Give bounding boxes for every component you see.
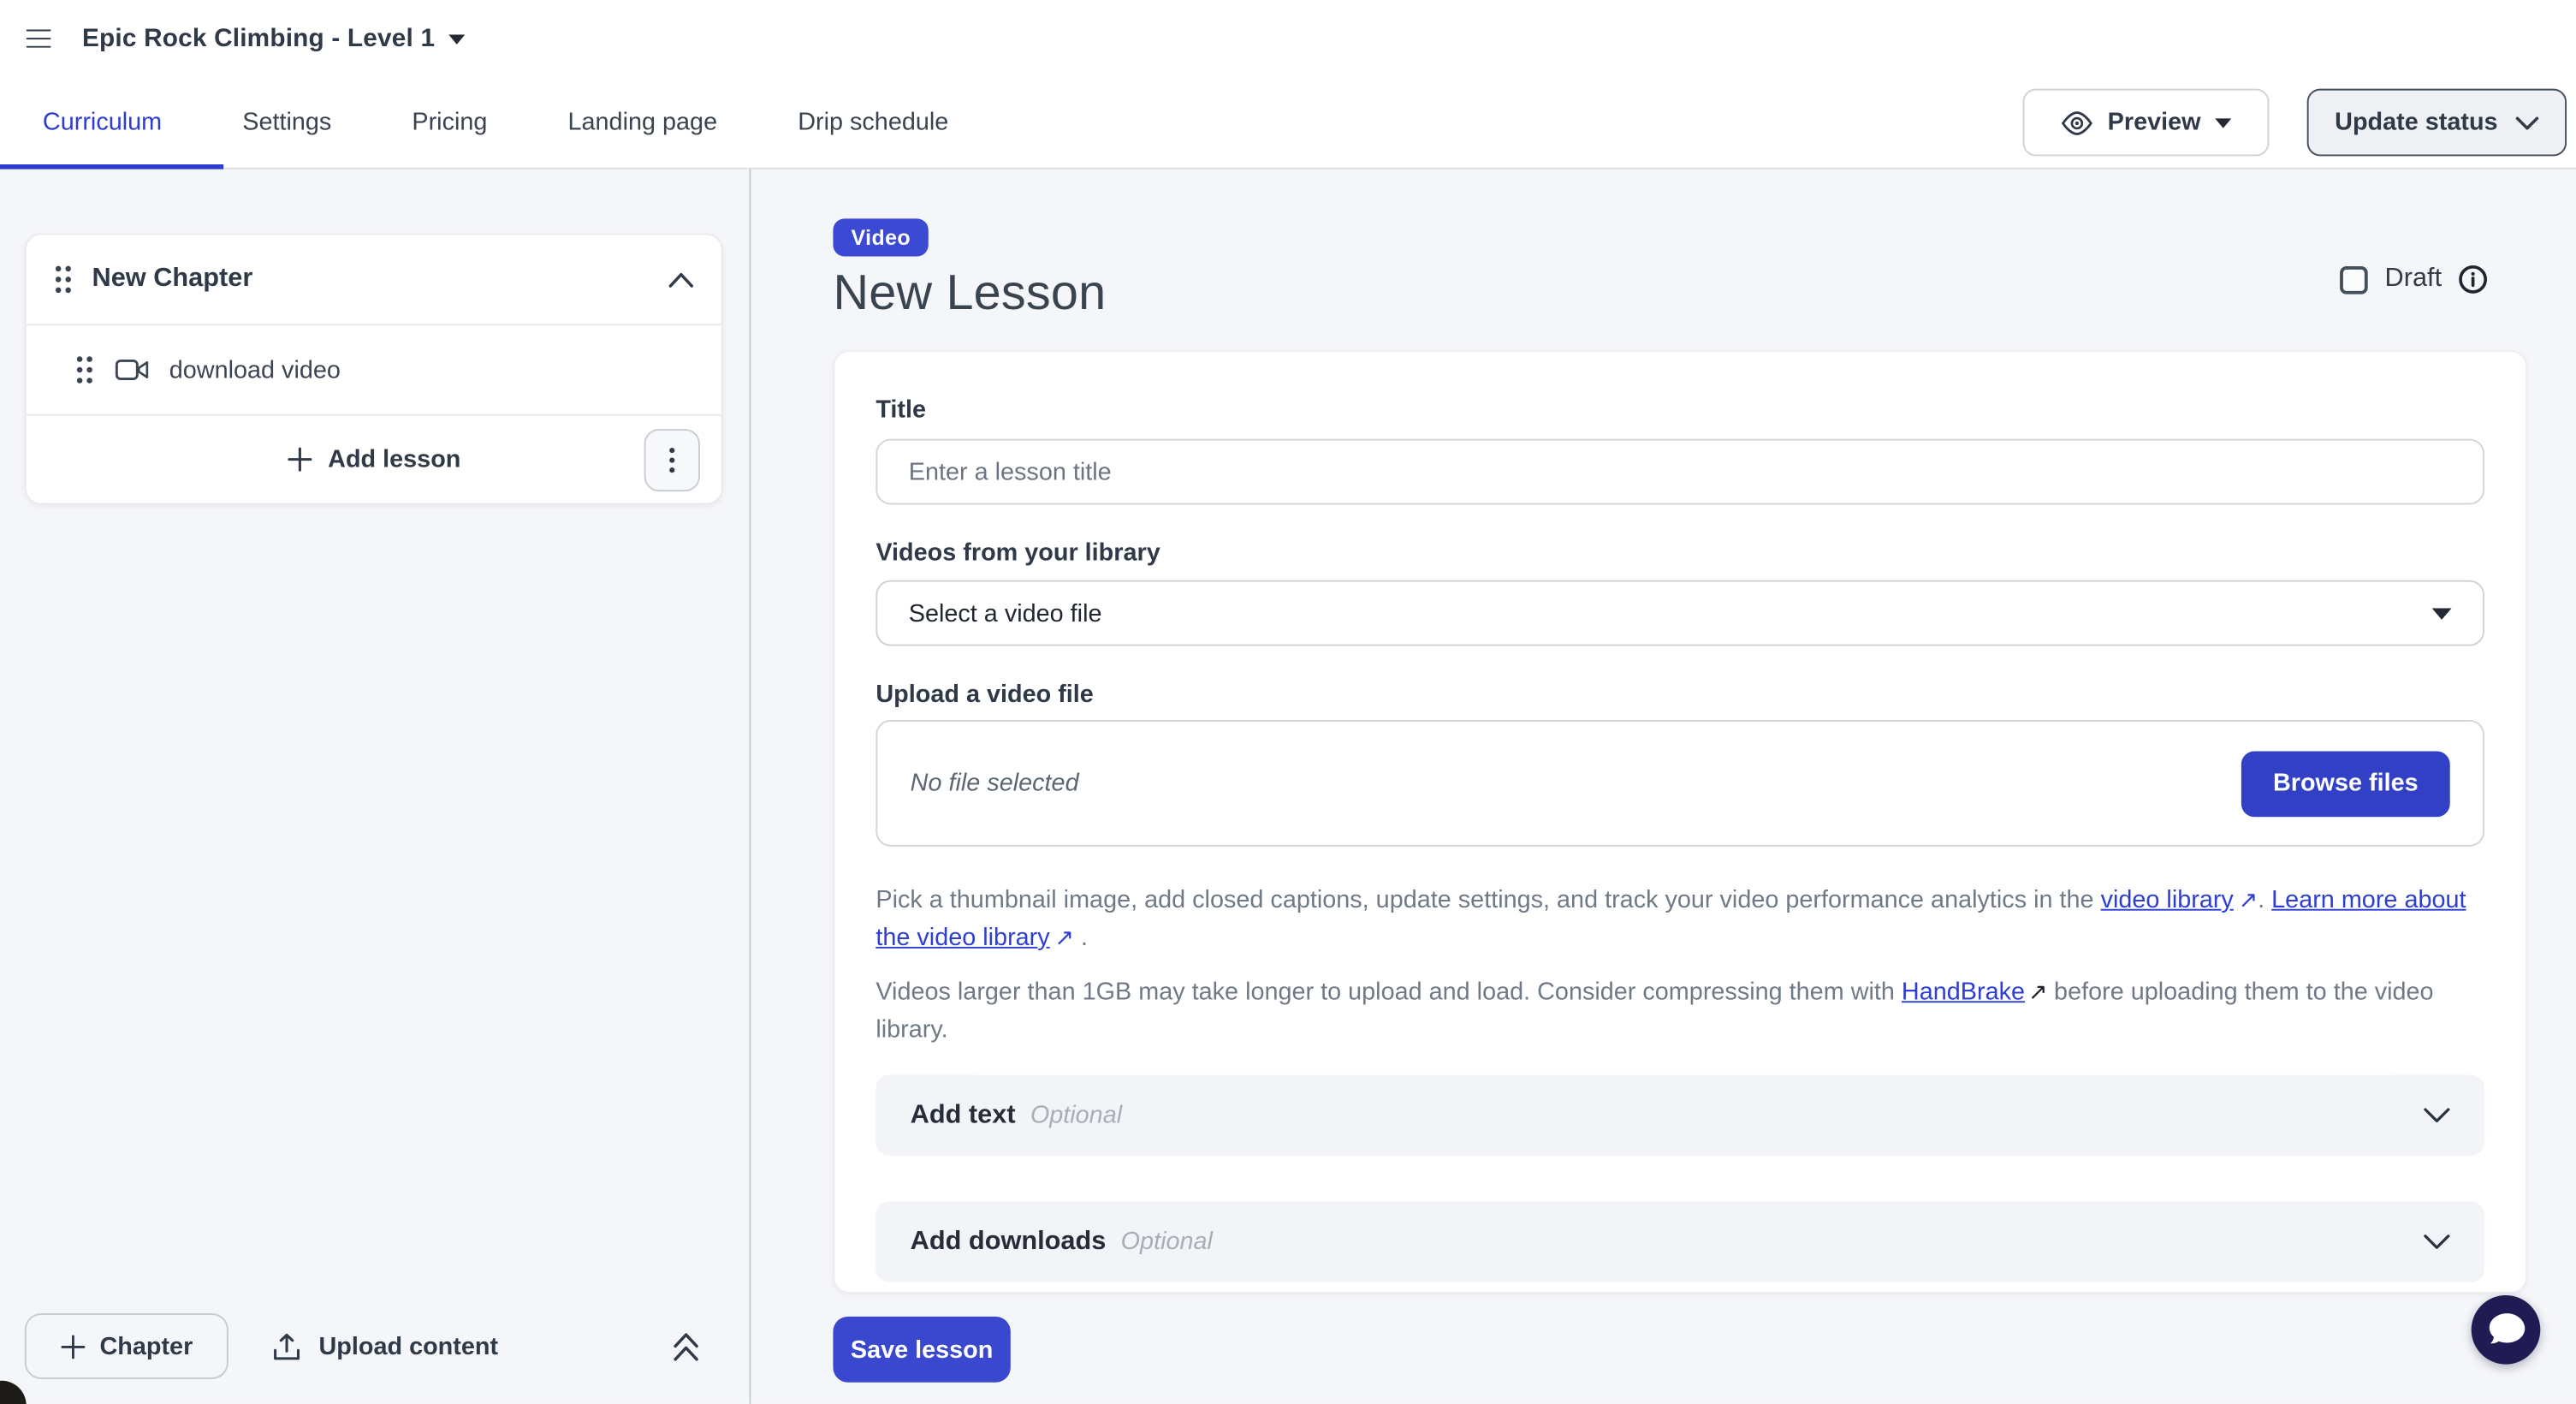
external-link-icon: ↗ xyxy=(1054,919,1074,956)
add-lesson-label: Add lesson xyxy=(328,445,460,473)
add-downloads-section[interactable]: Add downloads Optional xyxy=(875,1202,2484,1282)
add-text-label: Add text xyxy=(911,1100,1016,1130)
add-lesson-button[interactable]: Add lesson xyxy=(287,445,460,473)
chapter-header: New Chapter xyxy=(27,235,721,324)
upload-content-button[interactable]: Upload content xyxy=(273,1332,498,1360)
chevron-up-icon xyxy=(668,272,693,287)
top-bar: Epic Rock Climbing - Level 1 xyxy=(0,0,2576,77)
caret-down-icon xyxy=(2216,117,2232,128)
draft-label: Draft xyxy=(2385,265,2442,294)
save-lesson-button[interactable]: Save lesson xyxy=(833,1317,1010,1383)
optional-label: Optional xyxy=(1121,1228,1213,1256)
video-library-help-text: Pick a thumbnail image, add closed capti… xyxy=(875,881,2484,956)
update-status-label: Update status xyxy=(2335,109,2497,137)
tab-landing-page[interactable]: Landing page xyxy=(568,109,718,137)
upload-content-label: Upload content xyxy=(318,1332,498,1360)
sidebar-bottom-bar: Chapter Upload content xyxy=(25,1313,725,1379)
library-field-label: Videos from your library xyxy=(875,539,2484,569)
active-tab-underline xyxy=(0,164,223,170)
external-link-icon: ↗ xyxy=(2239,881,2258,919)
lesson-title-input[interactable] xyxy=(875,439,2484,505)
lesson-editor-header: Video New Lesson Draft xyxy=(751,170,2576,323)
caret-down-icon xyxy=(448,33,465,44)
lesson-title: download video xyxy=(169,356,341,384)
update-status-button[interactable]: Update status xyxy=(2307,89,2567,157)
plus-icon xyxy=(60,1334,85,1359)
collapse-all-button[interactable] xyxy=(672,1330,700,1361)
drag-handle-icon[interactable] xyxy=(54,265,72,294)
file-dropzone[interactable]: No file selected Browse files xyxy=(875,720,2484,847)
chapter-footer: Add lesson xyxy=(27,414,721,503)
no-file-text: No file selected xyxy=(911,770,1079,798)
video-library-link[interactable]: video library↗ xyxy=(2101,886,2258,914)
external-link-icon: ↗ xyxy=(2028,978,2048,1004)
kebab-menu-icon xyxy=(668,447,675,473)
chevron-down-icon xyxy=(2516,116,2539,128)
caret-down-icon xyxy=(2432,607,2452,618)
chapter-title: New Chapter xyxy=(92,265,253,294)
tab-drip-schedule[interactable]: Drip schedule xyxy=(798,109,948,137)
lesson-form-card: Title Videos from your library Select a … xyxy=(833,350,2527,1294)
draft-checkbox[interactable] xyxy=(2341,265,2369,294)
add-downloads-label: Add downloads xyxy=(911,1227,1107,1257)
collapse-chapter-button[interactable] xyxy=(668,272,693,287)
lesson-editor: Video New Lesson Draft Title xyxy=(751,170,2576,1404)
drag-handle-icon[interactable] xyxy=(75,355,93,385)
info-icon[interactable] xyxy=(2458,265,2488,294)
chat-launcher-button[interactable] xyxy=(2472,1295,2541,1365)
tab-settings[interactable]: Settings xyxy=(242,109,331,137)
video-camera-icon xyxy=(115,359,149,382)
chevron-down-icon xyxy=(2424,1108,2450,1122)
upload-field-label: Upload a video file xyxy=(875,681,2484,711)
chapter-card: New Chapter download vi xyxy=(25,234,723,505)
add-text-section[interactable]: Add text Optional xyxy=(875,1075,2484,1156)
course-title[interactable]: Epic Rock Climbing - Level 1 xyxy=(82,24,435,54)
tabs: Curriculum Settings Pricing Landing page… xyxy=(0,109,948,137)
add-chapter-button[interactable]: Chapter xyxy=(25,1313,229,1379)
compression-help-text: Videos larger than 1GB may take longer t… xyxy=(875,973,2484,1049)
app-window: Epic Rock Climbing - Level 1 Curriculum … xyxy=(0,0,2576,1404)
preview-label: Preview xyxy=(2108,109,2201,137)
chat-bubble-icon xyxy=(2486,1312,2526,1347)
corner-widget[interactable] xyxy=(0,1381,27,1404)
lesson-item[interactable]: download video xyxy=(27,324,721,414)
double-chevron-up-icon xyxy=(672,1330,700,1361)
draft-toggle-group: Draft xyxy=(2341,265,2488,294)
curriculum-sidebar: New Chapter download vi xyxy=(0,170,751,1404)
tab-curriculum[interactable]: Curriculum xyxy=(43,109,162,137)
eye-icon xyxy=(2060,110,2092,136)
add-chapter-label: Chapter xyxy=(99,1332,193,1360)
video-library-select-value: Select a video file xyxy=(909,599,1102,628)
handbrake-link[interactable]: HandBrake xyxy=(1902,978,2025,1006)
chapter-options-button[interactable] xyxy=(644,429,700,491)
browse-files-button[interactable]: Browse files xyxy=(2241,750,2450,816)
chevron-down-icon xyxy=(2424,1234,2450,1249)
preview-button[interactable]: Preview xyxy=(2023,89,2270,157)
lesson-type-badge: Video xyxy=(833,218,929,256)
tab-actions: Preview Update status xyxy=(2023,89,2576,157)
plus-icon xyxy=(287,447,312,472)
video-library-select[interactable]: Select a video file xyxy=(875,580,2484,646)
title-field-label: Title xyxy=(875,396,2484,426)
tab-bar: Curriculum Settings Pricing Landing page… xyxy=(0,77,2576,170)
optional-label: Optional xyxy=(1030,1101,1122,1129)
tab-pricing[interactable]: Pricing xyxy=(412,109,487,137)
hamburger-menu-icon[interactable] xyxy=(27,29,51,49)
upload-icon xyxy=(273,1332,301,1360)
page-title: New Lesson xyxy=(833,266,2487,322)
